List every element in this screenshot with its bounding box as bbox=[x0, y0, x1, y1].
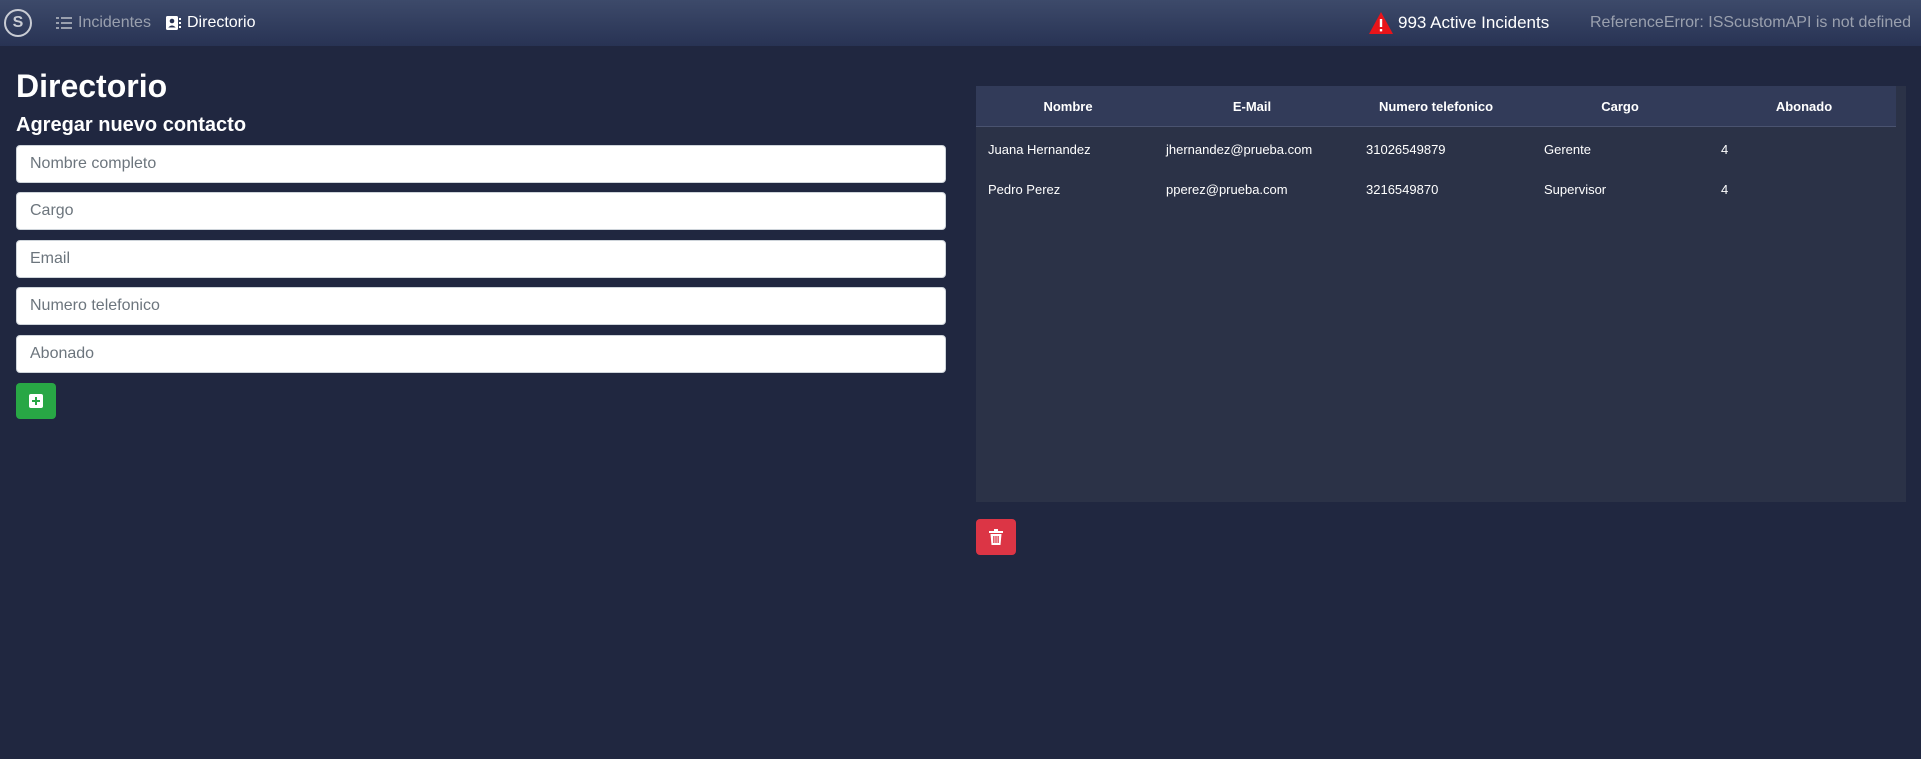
nav-link-label: Directorio bbox=[187, 14, 256, 31]
brand-logo-icon[interactable]: S bbox=[4, 9, 32, 37]
table-header: Nombre E-Mail Numero telefonico Cargo Ab… bbox=[976, 86, 1896, 127]
cell-abonado: 4 bbox=[1721, 181, 1729, 197]
warning-triangle-icon bbox=[1369, 12, 1393, 34]
column-header-abonado[interactable]: Abonado bbox=[1712, 86, 1896, 127]
contacts-table: Nombre E-Mail Numero telefonico Cargo Ab… bbox=[976, 86, 1906, 502]
column-header-nombre[interactable]: Nombre bbox=[976, 86, 1160, 127]
cell-nombre: Juana Hernandez bbox=[988, 141, 1091, 157]
nav-link-directorio[interactable]: Directorio bbox=[165, 0, 255, 46]
trash-icon bbox=[989, 529, 1003, 545]
nav-link-incidentes[interactable]: Incidentes bbox=[56, 0, 151, 46]
cell-nombre: Pedro Perez bbox=[988, 181, 1061, 197]
error-message: ReferenceError: ISScustomAPI is not defi… bbox=[1590, 14, 1912, 31]
plus-square-icon bbox=[29, 394, 43, 408]
subscriber-input[interactable] bbox=[16, 335, 946, 373]
full-name-input[interactable] bbox=[16, 145, 946, 183]
cell-abonado: 4 bbox=[1721, 141, 1729, 157]
cell-phone: 3216549870 bbox=[1366, 181, 1439, 197]
table-row[interactable]: Pedro Perez pperez@prueba.com 3216549870… bbox=[976, 169, 1896, 209]
cell-phone: 31026549879 bbox=[1366, 141, 1446, 157]
cell-cargo: Supervisor bbox=[1544, 181, 1607, 197]
delete-contact-button[interactable] bbox=[976, 519, 1016, 555]
top-navbar: S Incidentes Directorio 993 Active Incid… bbox=[0, 0, 1921, 46]
page-title: Directorio bbox=[16, 68, 168, 104]
contact-card-icon bbox=[166, 16, 181, 30]
list-icon bbox=[56, 17, 72, 29]
nav-link-label: Incidentes bbox=[78, 14, 151, 31]
cell-email: pperez@prueba.com bbox=[1166, 181, 1288, 197]
active-incidents-indicator[interactable]: 993 Active Incidents bbox=[1368, 0, 1549, 46]
column-header-phone[interactable]: Numero telefonico bbox=[1344, 86, 1528, 127]
column-header-cargo[interactable]: Cargo bbox=[1528, 86, 1712, 127]
cell-email: jhernandez@prueba.com bbox=[1166, 141, 1313, 157]
phone-number-input[interactable] bbox=[16, 287, 946, 325]
table-row[interactable]: Juana Hernandez jhernandez@prueba.com 31… bbox=[976, 129, 1896, 169]
email-input[interactable] bbox=[16, 240, 946, 278]
active-incidents-count: 993 Active Incidents bbox=[1398, 13, 1550, 32]
add-contact-button[interactable] bbox=[16, 383, 56, 419]
position-input[interactable] bbox=[16, 192, 946, 230]
cell-cargo: Gerente bbox=[1544, 141, 1591, 157]
section-title: Agregar nuevo contacto bbox=[16, 114, 247, 136]
column-header-email[interactable]: E-Mail bbox=[1160, 86, 1344, 127]
